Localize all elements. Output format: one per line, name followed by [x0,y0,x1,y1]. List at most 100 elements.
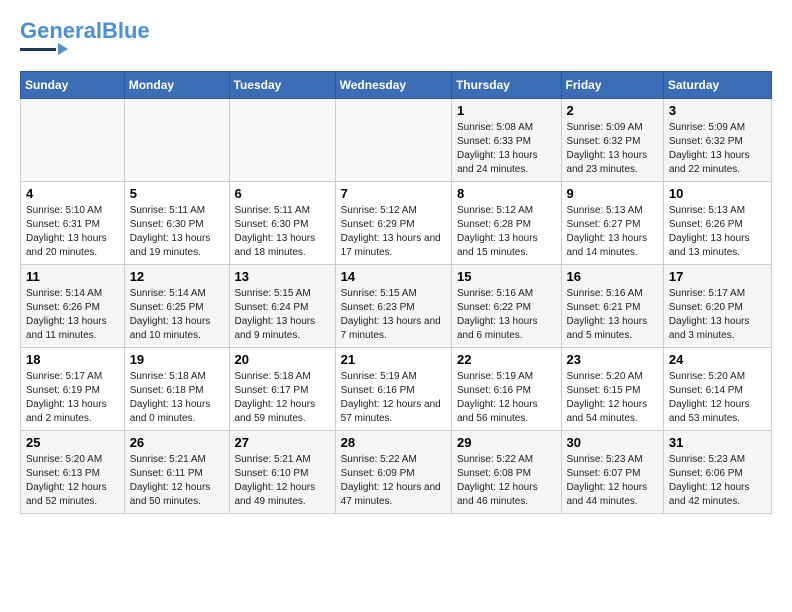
logo-general: General [20,18,102,43]
day-info: Sunrise: 5:21 AM Sunset: 6:10 PM Dayligh… [235,453,330,509]
calendar-cell: 17Sunrise: 5:17 AM Sunset: 6:20 PM Dayli… [663,265,771,348]
day-number: 31 [669,435,766,450]
logo-text: GeneralBlue [20,20,150,42]
calendar-cell: 29 Sunrise: 5:22 AM Sunset: 6:08 PM Dayli… [451,431,561,514]
day-header-tuesday: Tuesday [229,72,335,99]
day-number: 13 [235,269,330,284]
week-row-4: 18 Sunrise: 5:17 AM Sunset: 6:19 PM Dayli… [21,348,772,431]
day-header-friday: Friday [561,72,663,99]
day-number: 25 [26,435,119,450]
day-number: 23 [567,352,658,367]
day-info: Sunrise: 5:13 AM Sunset: 6:26 PM Dayligh… [669,204,766,260]
day-number: 16 [567,269,658,284]
calendar-cell: 19 Sunrise: 5:18 AM Sunset: 6:18 PM Dayli… [124,348,229,431]
calendar-cell: 7 Sunrise: 5:12 AM Sunset: 6:29 PM Daylig… [335,182,451,265]
calendar-cell: 12 Sunrise: 5:14 AM Sunset: 6:25 PM Dayli… [124,265,229,348]
day-info: Sunrise: 5:20 AM Sunset: 6:15 PM Dayligh… [567,370,658,426]
day-number: 11 [26,269,119,284]
calendar-cell [21,99,125,182]
day-number: 24 [669,352,766,367]
day-info: Sunrise: 5:13 AM Sunset: 6:27 PM Dayligh… [567,204,658,260]
day-number: 22 [457,352,556,367]
calendar-cell: 27 Sunrise: 5:21 AM Sunset: 6:10 PM Dayli… [229,431,335,514]
day-info: Sunrise: 5:10 AM Sunset: 6:31 PM Dayligh… [26,204,119,260]
day-info: Sunrise: 5:20 AM Sunset: 6:14 PM Dayligh… [669,370,766,426]
calendar-cell: 15 Sunrise: 5:16 AM Sunset: 6:22 PM Dayli… [451,265,561,348]
days-header-row: SundayMondayTuesdayWednesdayThursdayFrid… [21,72,772,99]
calendar-cell: 5Sunrise: 5:11 AM Sunset: 6:30 PM Daylig… [124,182,229,265]
day-number: 21 [341,352,446,367]
day-info: Sunrise: 5:09 AM Sunset: 6:32 PM Dayligh… [567,121,658,177]
calendar-cell: 30 Sunrise: 5:23 AM Sunset: 6:07 PM Dayli… [561,431,663,514]
calendar-cell: 20Sunrise: 5:18 AM Sunset: 6:17 PM Dayli… [229,348,335,431]
calendar-cell [335,99,451,182]
day-info: Sunrise: 5:19 AM Sunset: 6:16 PM Dayligh… [457,370,556,426]
day-info: Sunrise: 5:21 AM Sunset: 6:11 PM Dayligh… [130,453,224,509]
day-info: Sunrise: 5:16 AM Sunset: 6:22 PM Dayligh… [457,287,556,343]
calendar-cell: 28Sunrise: 5:22 AM Sunset: 6:09 PM Dayli… [335,431,451,514]
day-number: 7 [341,186,446,201]
calendar-cell: 1 Sunrise: 5:08 AM Sunset: 6:33 PM Daylig… [451,99,561,182]
week-row-1: 1 Sunrise: 5:08 AM Sunset: 6:33 PM Daylig… [21,99,772,182]
day-info: Sunrise: 5:20 AM Sunset: 6:13 PM Dayligh… [26,453,119,509]
calendar-table: SundayMondayTuesdayWednesdayThursdayFrid… [20,71,772,514]
day-number: 27 [235,435,330,450]
day-number: 14 [341,269,446,284]
day-number: 28 [341,435,446,450]
page-header: GeneralBlue [20,20,772,55]
day-number: 15 [457,269,556,284]
day-info: Sunrise: 5:08 AM Sunset: 6:33 PM Dayligh… [457,121,556,177]
day-number: 10 [669,186,766,201]
day-number: 29 [457,435,556,450]
calendar-cell: 3 Sunrise: 5:09 AM Sunset: 6:32 PM Daylig… [663,99,771,182]
day-info: Sunrise: 5:14 AM Sunset: 6:25 PM Dayligh… [130,287,224,343]
calendar-cell: 10 Sunrise: 5:13 AM Sunset: 6:26 PM Dayli… [663,182,771,265]
day-number: 3 [669,103,766,118]
calendar-cell: 2Sunrise: 5:09 AM Sunset: 6:32 PM Daylig… [561,99,663,182]
day-info: Sunrise: 5:23 AM Sunset: 6:06 PM Dayligh… [669,453,766,509]
day-info: Sunrise: 5:15 AM Sunset: 6:23 PM Dayligh… [341,287,446,343]
day-info: Sunrise: 5:23 AM Sunset: 6:07 PM Dayligh… [567,453,658,509]
day-info: Sunrise: 5:12 AM Sunset: 6:29 PM Dayligh… [341,204,446,260]
calendar-cell: 14 Sunrise: 5:15 AM Sunset: 6:23 PM Dayli… [335,265,451,348]
calendar-cell: 16 Sunrise: 5:16 AM Sunset: 6:21 PM Dayli… [561,265,663,348]
calendar-cell: 23 Sunrise: 5:20 AM Sunset: 6:15 PM Dayli… [561,348,663,431]
day-number: 17 [669,269,766,284]
logo-blue: Blue [102,18,150,43]
week-row-2: 4 Sunrise: 5:10 AM Sunset: 6:31 PM Daylig… [21,182,772,265]
calendar-cell: 25 Sunrise: 5:20 AM Sunset: 6:13 PM Dayli… [21,431,125,514]
day-info: Sunrise: 5:19 AM Sunset: 6:16 PM Dayligh… [341,370,446,426]
calendar-cell: 18 Sunrise: 5:17 AM Sunset: 6:19 PM Dayli… [21,348,125,431]
calendar-cell: 9 Sunrise: 5:13 AM Sunset: 6:27 PM Daylig… [561,182,663,265]
day-number: 18 [26,352,119,367]
day-number: 1 [457,103,556,118]
day-number: 12 [130,269,224,284]
calendar-cell: 31 Sunrise: 5:23 AM Sunset: 6:06 PM Dayli… [663,431,771,514]
day-info: Sunrise: 5:18 AM Sunset: 6:18 PM Dayligh… [130,370,224,426]
day-info: Sunrise: 5:14 AM Sunset: 6:26 PM Dayligh… [26,287,119,343]
day-info: Sunrise: 5:22 AM Sunset: 6:08 PM Dayligh… [457,453,556,509]
day-info: Sunrise: 5:15 AM Sunset: 6:24 PM Dayligh… [235,287,330,343]
day-number: 26 [130,435,224,450]
calendar-cell: 11 Sunrise: 5:14 AM Sunset: 6:26 PM Dayli… [21,265,125,348]
day-info: Sunrise: 5:11 AM Sunset: 6:30 PM Dayligh… [235,204,330,260]
day-info: Sunrise: 5:17 AM Sunset: 6:19 PM Dayligh… [26,370,119,426]
day-number: 4 [26,186,119,201]
calendar-cell: 21 Sunrise: 5:19 AM Sunset: 6:16 PM Dayli… [335,348,451,431]
week-row-3: 11 Sunrise: 5:14 AM Sunset: 6:26 PM Dayli… [21,265,772,348]
day-header-sunday: Sunday [21,72,125,99]
day-info: Sunrise: 5:09 AM Sunset: 6:32 PM Dayligh… [669,121,766,177]
day-number: 9 [567,186,658,201]
day-number: 5 [130,186,224,201]
calendar-cell [124,99,229,182]
logo: GeneralBlue [20,20,150,55]
day-number: 19 [130,352,224,367]
calendar-cell: 4 Sunrise: 5:10 AM Sunset: 6:31 PM Daylig… [21,182,125,265]
day-header-thursday: Thursday [451,72,561,99]
day-info: Sunrise: 5:16 AM Sunset: 6:21 PM Dayligh… [567,287,658,343]
day-info: Sunrise: 5:12 AM Sunset: 6:28 PM Dayligh… [457,204,556,260]
calendar-cell: 13 Sunrise: 5:15 AM Sunset: 6:24 PM Dayli… [229,265,335,348]
calendar-cell: 24 Sunrise: 5:20 AM Sunset: 6:14 PM Dayli… [663,348,771,431]
calendar-cell: 22 Sunrise: 5:19 AM Sunset: 6:16 PM Dayli… [451,348,561,431]
day-number: 30 [567,435,658,450]
